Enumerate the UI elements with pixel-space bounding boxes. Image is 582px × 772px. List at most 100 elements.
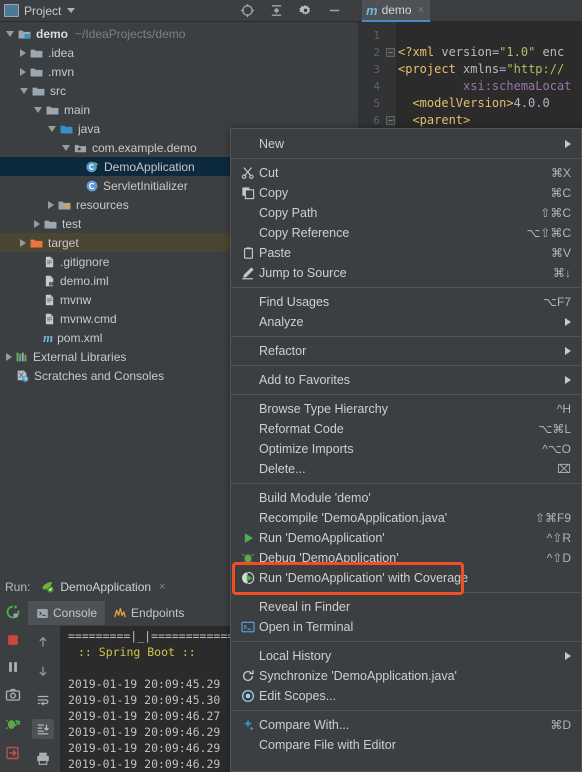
thread-dump-icon[interactable]: [5, 687, 21, 708]
context-menu[interactable]: New Cut ⌘X Copy ⌘C Copy Path ⇧⌘C Copy Reference…: [230, 128, 582, 772]
tree-node-servletinitializer[interactable]: ServletInitializer: [0, 176, 232, 195]
close-icon[interactable]: ×: [159, 581, 165, 593]
tree-node-main[interactable]: main: [0, 100, 232, 119]
tab-endpoints[interactable]: Endpoints: [105, 601, 192, 625]
menu-item-analyze[interactable]: Analyze: [231, 312, 581, 332]
tree-toggle-open-icon[interactable]: [62, 144, 70, 151]
tree-node-external-libraries[interactable]: External Libraries: [0, 347, 232, 366]
menu-separator: [231, 365, 581, 366]
tree-node-java[interactable]: java: [0, 119, 232, 138]
menu-item-copy[interactable]: Copy ⌘C: [231, 183, 581, 203]
menu-item-reformat-code[interactable]: Reformat Code ⌥⌘L: [231, 419, 581, 439]
tree-no-toggle: [6, 371, 12, 380]
tree-node-mvn[interactable]: .mvn: [0, 62, 232, 81]
tree-toggle-open-icon[interactable]: [34, 106, 42, 113]
tree-toggle-closed-icon[interactable]: [6, 352, 12, 361]
menu-item-compare-file-with-editor[interactable]: Compare File with Editor: [231, 735, 581, 755]
tree-node-scratches-and-consoles[interactable]: Scratches and Consoles: [0, 366, 232, 385]
fold-marker[interactable]: −: [386, 116, 395, 125]
menu-item-local-history[interactable]: Local History: [231, 646, 581, 666]
tree-toggle-closed-icon[interactable]: [34, 219, 40, 228]
tree-toggle-closed-icon[interactable]: [20, 48, 26, 57]
tree-node-idea[interactable]: .idea: [0, 43, 232, 62]
editor-tab-demo[interactable]: m demo ×: [362, 0, 431, 22]
locate-icon[interactable]: [240, 3, 255, 18]
debug-attach-icon[interactable]: [5, 716, 21, 737]
clipboard-icon: [237, 246, 259, 260]
submenu-arrow-icon: [565, 318, 571, 326]
menu-item-copy-path[interactable]: Copy Path ⇧⌘C: [231, 203, 581, 223]
chevron-down-icon[interactable]: [67, 8, 76, 13]
run-configuration-name: DemoApplication: [60, 579, 152, 594]
menu-item-find-usages[interactable]: Find Usages ⌥F7: [231, 292, 581, 312]
scroll-to-end-icon[interactable]: [32, 719, 54, 739]
menu-item-debug-demoapplication[interactable]: Debug 'DemoApplication' ^⇧D: [231, 548, 581, 568]
scroll-up-icon[interactable]: [32, 632, 54, 652]
menu-item-build-module-demo[interactable]: Build Module 'demo': [231, 488, 581, 508]
tab-console[interactable]: Console: [28, 601, 106, 625]
pause-icon[interactable]: [6, 660, 20, 679]
menu-item-open-in-terminal[interactable]: Open in Terminal: [231, 617, 581, 637]
project-panel-header[interactable]: Project: [0, 0, 232, 22]
tree-node-label: demo.iml: [60, 273, 109, 288]
tree-toggle-closed-icon[interactable]: [20, 67, 26, 76]
tree-node-target[interactable]: target: [0, 233, 232, 252]
rerun-icon[interactable]: [5, 604, 21, 625]
print-icon[interactable]: [32, 748, 54, 768]
tree-toggle-open-icon[interactable]: [6, 30, 14, 37]
menu-item-browse-type-hierarchy[interactable]: Browse Type Hierarchy ^H: [231, 399, 581, 419]
project-tree[interactable]: demo ~/IdeaProjects/demo .idea .mvn src main j…: [0, 22, 232, 573]
menu-item-cut[interactable]: Cut ⌘X: [231, 163, 581, 183]
scroll-down-icon[interactable]: [32, 661, 54, 681]
menu-item-synchronize-demoapplication-java[interactable]: Synchronize 'DemoApplication.java': [231, 666, 581, 686]
spring-boot-run-icon: [40, 579, 55, 594]
tree-no-toggle: [34, 314, 40, 323]
menu-item-jump-to-source[interactable]: Jump to Source ⌘↓: [231, 263, 581, 283]
menu-item-run-demoapplication[interactable]: Run 'DemoApplication' ^⇧R: [231, 528, 581, 548]
tree-node-demo[interactable]: demo ~/IdeaProjects/demo: [0, 24, 232, 43]
tree-toggle-closed-icon[interactable]: [48, 200, 54, 209]
tree-node-mvnw-cmd[interactable]: mvnw.cmd: [0, 309, 232, 328]
menu-item-run-demoapplication-with-coverage[interactable]: Run 'DemoApplication' with Coverage: [231, 568, 581, 588]
menu-item-delete[interactable]: Delete... ⌧: [231, 459, 581, 479]
menu-item-edit-scopes[interactable]: Edit Scopes...: [231, 686, 581, 706]
tree-node-label: Scratches and Consoles: [34, 368, 165, 383]
run-configuration-tab[interactable]: DemoApplication ×: [40, 579, 166, 594]
menu-item-label: Optimize Imports: [259, 442, 354, 456]
tree-node-resources[interactable]: resources: [0, 195, 232, 214]
minimize-icon[interactable]: [327, 3, 342, 18]
tree-node-gitignore[interactable]: .gitignore: [0, 252, 232, 271]
menu-item-copy-reference[interactable]: Copy Reference ⌥⇧⌘C: [231, 223, 581, 243]
menu-item-recompile-demoapplication-java[interactable]: Recompile 'DemoApplication.java' ⇧⌘F9: [231, 508, 581, 528]
menu-item-paste[interactable]: Paste ⌘V: [231, 243, 581, 263]
tree-node-com-example-demo[interactable]: com.example.demo: [0, 138, 232, 157]
menu-item-refactor[interactable]: Refactor: [231, 341, 581, 361]
tree-node-src[interactable]: src: [0, 81, 232, 100]
settings-gear-icon[interactable]: [298, 3, 313, 18]
close-icon[interactable]: ×: [418, 4, 424, 16]
fold-marker[interactable]: −: [386, 48, 395, 57]
menu-item-label: Paste: [259, 246, 291, 260]
tree-toggle-open-icon[interactable]: [20, 87, 28, 94]
tree-node-pom-xml[interactable]: m pom.xml: [0, 328, 232, 347]
menu-item-new[interactable]: New: [231, 134, 581, 154]
tree-node-demo-iml[interactable]: demo.iml: [0, 271, 232, 290]
project-panel-title: Project: [24, 3, 62, 18]
tree-node-demoapplication[interactable]: DemoApplication: [0, 157, 232, 176]
tree-node-test[interactable]: test: [0, 214, 232, 233]
collapse-all-icon[interactable]: [269, 3, 284, 18]
menu-item-optimize-imports[interactable]: Optimize Imports ^⌥O: [231, 439, 581, 459]
menu-item-shortcut: ⌥F7: [543, 295, 571, 309]
tree-node-label: mvnw.cmd: [60, 311, 117, 326]
run-left-toolbar: [0, 600, 26, 772]
tree-toggle-open-icon[interactable]: [48, 125, 56, 132]
soft-wrap-icon[interactable]: [32, 690, 54, 710]
tree-node-label: main: [64, 102, 91, 117]
exit-icon[interactable]: [5, 745, 21, 766]
tree-toggle-closed-icon[interactable]: [20, 238, 26, 247]
menu-item-add-to-favorites[interactable]: Add to Favorites: [231, 370, 581, 390]
menu-item-compare-with[interactable]: Compare With... ⌘D: [231, 715, 581, 735]
tree-node-mvnw[interactable]: mvnw: [0, 290, 232, 309]
menu-item-reveal-in-finder[interactable]: Reveal in Finder: [231, 597, 581, 617]
stop-icon[interactable]: [6, 633, 20, 652]
